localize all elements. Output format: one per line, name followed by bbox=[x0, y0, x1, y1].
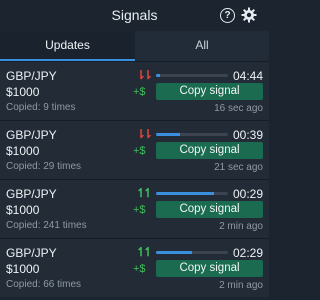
signal-progress-fill bbox=[156, 133, 180, 136]
tab-updates[interactable]: Updates bbox=[0, 31, 135, 61]
plus-dollar-label: +$ bbox=[133, 204, 146, 216]
signal-amount: $1000 bbox=[6, 144, 40, 158]
signal-progress-fill bbox=[156, 74, 160, 77]
plus-dollar-label: +$ bbox=[133, 145, 146, 157]
copy-signal-button[interactable]: Copy signal bbox=[156, 201, 263, 218]
arrow-up-icon: ↿↿ bbox=[136, 186, 153, 200]
plus-dollar-label: +$ bbox=[133, 263, 146, 275]
signal-pair: GBP/JPY bbox=[6, 187, 57, 201]
signal-pair: GBP/JPY bbox=[6, 128, 57, 142]
signal-age: 21 sec ago bbox=[214, 162, 263, 173]
copy-signal-button[interactable]: Copy signal bbox=[156, 83, 263, 100]
signal-copied-count: Copied: 241 times bbox=[6, 220, 87, 231]
signal-age: 16 sec ago bbox=[214, 103, 263, 114]
signal-amount: $1000 bbox=[6, 262, 40, 276]
signal-countdown: 02:29 bbox=[232, 246, 263, 260]
signal-card: GBP/JPY $1000 Copied: 66 times ↿↿ +$ 02:… bbox=[0, 238, 269, 297]
signal-countdown: 00:29 bbox=[232, 187, 263, 201]
copy-signal-button[interactable]: Copy signal bbox=[156, 260, 263, 277]
signal-card: GBP/JPY $1000 Copied: 29 times ⇂⇂ +$ 00:… bbox=[0, 120, 269, 179]
signal-copied-count: Copied: 66 times bbox=[6, 279, 82, 290]
signal-age: 2 min ago bbox=[219, 221, 263, 232]
signal-pair: GBP/JPY bbox=[6, 246, 57, 260]
tab-all[interactable]: All bbox=[135, 31, 269, 61]
signal-progress-bar bbox=[156, 192, 228, 195]
signal-countdown: 00:39 bbox=[232, 128, 263, 142]
plus-dollar-label: +$ bbox=[133, 86, 146, 98]
help-icon[interactable]: ? bbox=[220, 8, 235, 23]
arrow-up-icon: ↿↿ bbox=[136, 245, 153, 259]
signal-progress-fill bbox=[156, 251, 192, 254]
tab-bar: Updates All bbox=[0, 31, 269, 61]
arrow-down-icon: ⇂⇂ bbox=[136, 127, 153, 141]
signal-progress-bar bbox=[156, 251, 228, 254]
signal-card: GBP/JPY $1000 Copied: 9 times ⇂⇂ +$ 04:4… bbox=[0, 61, 269, 120]
signal-progress-bar bbox=[156, 74, 228, 77]
signal-progress-bar bbox=[156, 133, 228, 136]
signal-progress-fill bbox=[156, 192, 214, 195]
signal-amount: $1000 bbox=[6, 203, 40, 217]
gear-icon[interactable] bbox=[241, 7, 257, 23]
header-bar: Signals ? bbox=[0, 0, 269, 31]
signal-amount: $1000 bbox=[6, 85, 40, 99]
signal-age: 2 min ago bbox=[219, 280, 263, 291]
signal-copied-count: Copied: 29 times bbox=[6, 161, 82, 172]
arrow-down-icon: ⇂⇂ bbox=[136, 68, 153, 82]
copy-signal-button[interactable]: Copy signal bbox=[156, 142, 263, 159]
signal-pair: GBP/JPY bbox=[6, 69, 57, 83]
signal-card: GBP/JPY $1000 Copied: 241 times ↿↿ +$ 00… bbox=[0, 179, 269, 238]
signal-countdown: 04:44 bbox=[232, 69, 263, 83]
signal-copied-count: Copied: 9 times bbox=[6, 102, 76, 113]
